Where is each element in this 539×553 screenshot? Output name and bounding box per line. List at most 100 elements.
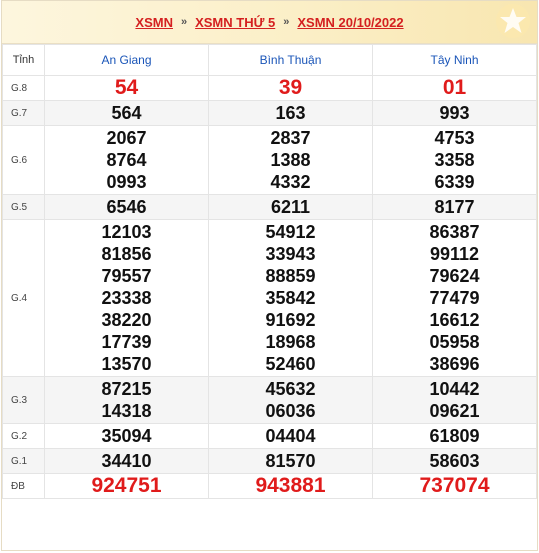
result-number: 737074 <box>419 474 490 497</box>
column-header-an-giang[interactable]: An Giang <box>44 44 209 76</box>
result-number: 16612 <box>429 310 480 330</box>
result-number: 8764 <box>106 150 147 170</box>
result-number: 79624 <box>429 266 480 286</box>
result-number: 88859 <box>265 266 316 286</box>
table-row: G.7 564 163 993 <box>2 100 537 126</box>
column-header-tay-ninh[interactable]: Tây Ninh <box>372 44 537 76</box>
result-number: 6546 <box>106 197 147 217</box>
result-number: 10442 <box>429 379 480 399</box>
result-cell: 2837 1388 4332 <box>208 125 373 195</box>
prize-label: G.8 <box>2 75 45 101</box>
results-panel: XSMN » XSMN THỨ 5 » XSMN 20/10/2022 Tỉnh… <box>1 0 538 551</box>
result-cell: 737074 <box>372 473 537 499</box>
result-number: 09621 <box>429 401 480 421</box>
result-number: 39 <box>278 76 303 99</box>
result-number: 6211 <box>270 197 311 217</box>
result-number: 04404 <box>265 426 316 446</box>
result-cell: 45632 06036 <box>208 376 373 424</box>
result-cell: 39 <box>208 75 373 101</box>
result-number: 23338 <box>101 288 152 308</box>
table-row: G.4 12103 81856 79557 23338 38220 17739 13570 54… <box>2 219 537 377</box>
result-number: 1388 <box>270 150 311 170</box>
result-number: 924751 <box>91 474 162 497</box>
table-header-row: Tỉnh An Giang Bình Thuận Tây Ninh <box>2 44 537 76</box>
result-number: 87215 <box>101 379 152 399</box>
result-cell: 54 <box>44 75 209 101</box>
result-number: 4753 <box>434 128 475 148</box>
result-number: 3358 <box>434 150 475 170</box>
prize-label: G.3 <box>2 376 45 424</box>
breadcrumb-separator: » <box>180 16 188 28</box>
result-cell: 54912 33943 88859 35842 91692 18968 52460 <box>208 219 373 377</box>
result-cell: 564 <box>44 100 209 126</box>
result-number: 77479 <box>429 288 480 308</box>
result-number: 34410 <box>101 451 152 471</box>
result-cell: 943881 <box>208 473 373 499</box>
result-number: 45632 <box>265 379 316 399</box>
result-number: 33943 <box>265 244 316 264</box>
result-number: 05958 <box>429 332 480 352</box>
result-number: 58603 <box>429 451 480 471</box>
result-number: 52460 <box>265 354 316 374</box>
result-cell: 10442 09621 <box>372 376 537 424</box>
result-cell: 58603 <box>372 448 537 474</box>
result-cell: 86387 99112 79624 77479 16612 05958 38696 <box>372 219 537 377</box>
breadcrumb-separator: » <box>283 16 290 28</box>
result-number: 61809 <box>429 426 480 446</box>
result-number: 86387 <box>429 222 480 242</box>
result-cell: 993 <box>372 100 537 126</box>
table-row: G.5 6546 6211 8177 <box>2 194 537 220</box>
column-header-binh-thuan[interactable]: Bình Thuận <box>208 44 373 76</box>
breadcrumb-link-thu5[interactable]: XSMN THỨ 5 <box>195 15 275 30</box>
result-cell: 2067 8764 0993 <box>44 125 209 195</box>
table-row: G.2 35094 04404 61809 <box>2 423 537 449</box>
table-row: G.8 54 39 01 <box>2 75 537 101</box>
result-cell: 8177 <box>372 194 537 220</box>
result-cell: 61809 <box>372 423 537 449</box>
result-number: 12103 <box>101 222 152 242</box>
result-cell: 35094 <box>44 423 209 449</box>
star-icon <box>496 4 530 38</box>
result-cell: 6211 <box>208 194 373 220</box>
result-number: 8177 <box>434 197 475 217</box>
table-row: G.1 34410 81570 58603 <box>2 448 537 474</box>
result-number: 2067 <box>106 128 147 148</box>
prize-label: G.6 <box>2 125 45 195</box>
breadcrumb-link-xsmn[interactable]: XSMN <box>135 15 173 30</box>
result-cell: 12103 81856 79557 23338 38220 17739 13570 <box>44 219 209 377</box>
result-cell: 6546 <box>44 194 209 220</box>
result-number: 943881 <box>255 474 326 497</box>
table-row: G.3 87215 14318 45632 06036 10442 09621 <box>2 376 537 424</box>
table-row: G.6 2067 8764 0993 2837 1388 4332 4753 3358 6339 <box>2 125 537 195</box>
result-number: 06036 <box>265 401 316 421</box>
result-number: 91692 <box>265 310 316 330</box>
prize-label: G.4 <box>2 219 45 377</box>
column-header-province: Tỉnh <box>2 44 45 76</box>
result-number: 79557 <box>101 266 152 286</box>
result-number: 35094 <box>101 426 152 446</box>
result-number: 38220 <box>101 310 152 330</box>
result-number: 0993 <box>106 172 147 192</box>
result-cell: 163 <box>208 100 373 126</box>
result-number: 4332 <box>270 172 311 192</box>
breadcrumb-link-date[interactable]: XSMN 20/10/2022 <box>297 15 403 30</box>
breadcrumb: XSMN » XSMN THỨ 5 » XSMN 20/10/2022 <box>135 15 403 30</box>
result-cell: 87215 14318 <box>44 376 209 424</box>
results-table: Tỉnh An Giang Bình Thuận Tây Ninh G.8 54 3… <box>2 44 537 499</box>
prize-label: G.2 <box>2 423 45 449</box>
prize-label: G.5 <box>2 194 45 220</box>
result-number: 01 <box>442 76 467 99</box>
result-number: 81856 <box>101 244 152 264</box>
result-cell: 81570 <box>208 448 373 474</box>
result-cell: 34410 <box>44 448 209 474</box>
result-number: 564 <box>111 103 142 123</box>
prize-label: G.1 <box>2 448 45 474</box>
result-number: 17739 <box>101 332 152 352</box>
result-number: 35842 <box>265 288 316 308</box>
table-row: ĐB 924751 943881 737074 <box>2 473 537 499</box>
results-body: G.8 54 39 01 G.7 564 163 993 G.6 2067 8764 0993 2837… <box>2 75 537 499</box>
result-number: 18968 <box>265 332 316 352</box>
result-number: 54 <box>114 76 139 99</box>
prize-label: G.7 <box>2 100 45 126</box>
result-cell: 04404 <box>208 423 373 449</box>
